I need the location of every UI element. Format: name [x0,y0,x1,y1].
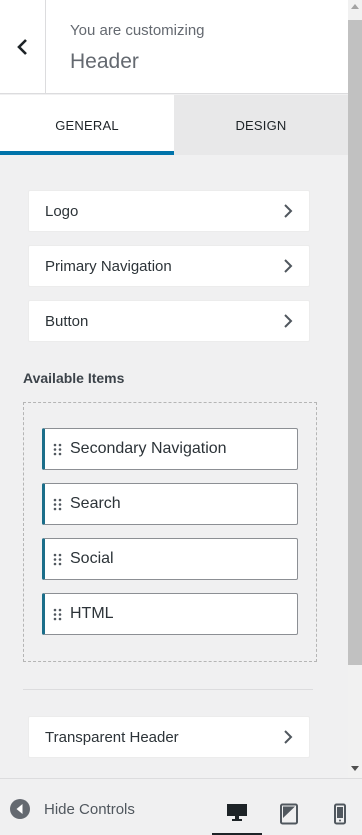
customizer-header: You are customizing Header [0,0,348,94]
chevron-right-icon [284,204,293,218]
tab-general[interactable]: General [0,95,174,155]
preview-desktop-button[interactable] [212,791,262,835]
chevron-right-icon [284,730,293,744]
tab-bar: General Design [0,95,348,155]
customizer-title: You are customizing Header [70,20,205,77]
chevron-right-icon [284,314,293,328]
item-label: Button [45,312,89,330]
customizer-footer: Hide Controls [0,778,362,835]
hide-controls-button[interactable]: Hide Controls [10,799,135,819]
item-label: Primary Navigation [45,257,172,275]
item-label: Transparent Header [45,728,179,746]
chip-label: Secondary Navigation [70,440,227,457]
section-divider [23,689,313,690]
customizing-label: You are customizing [70,22,205,39]
tablet-icon [280,803,298,824]
chip-secondary-navigation[interactable]: Secondary Navigation [42,428,298,470]
controls-panel: Logo Primary Navigation Button Available… [0,155,348,778]
chip-label: HTML [70,605,114,622]
drag-handle-icon[interactable] [53,443,62,456]
vertical-scrollbar[interactable] [348,0,362,778]
available-items-dropzone[interactable]: Secondary Navigation Search Social HTML [23,402,317,662]
mobile-icon [334,803,346,824]
chip-label: Social [70,550,114,567]
primary-navigation-item[interactable]: Primary Navigation [28,245,310,287]
drag-handle-icon[interactable] [53,608,62,621]
hide-controls-label: Hide Controls [44,800,135,818]
chip-label: Search [70,495,121,512]
transparent-header-item[interactable]: Transparent Header [28,716,310,758]
chevron-right-icon [284,259,293,273]
drag-handle-icon[interactable] [53,498,62,511]
scrollbar-thumb[interactable] [348,20,362,665]
logo-item[interactable]: Logo [28,190,310,232]
panel-title: Header [70,50,139,73]
drag-handle-icon[interactable] [53,553,62,566]
tab-design[interactable]: Design [174,95,348,155]
chevron-left-icon [16,38,27,55]
preview-mobile-button[interactable] [315,791,362,835]
scroll-up-arrow-icon[interactable] [351,4,359,9]
chip-social[interactable]: Social [42,538,298,580]
back-button[interactable] [0,0,46,93]
preview-tablet-button[interactable] [264,791,314,835]
item-label: Logo [45,202,79,220]
chip-html[interactable]: HTML [42,593,298,635]
chip-search[interactable]: Search [42,483,298,525]
button-item[interactable]: Button [28,300,310,342]
scroll-down-arrow-icon[interactable] [351,766,359,771]
available-items-title: Available Items [23,370,125,386]
collapse-arrow-icon [10,799,30,819]
desktop-icon [227,804,247,821]
